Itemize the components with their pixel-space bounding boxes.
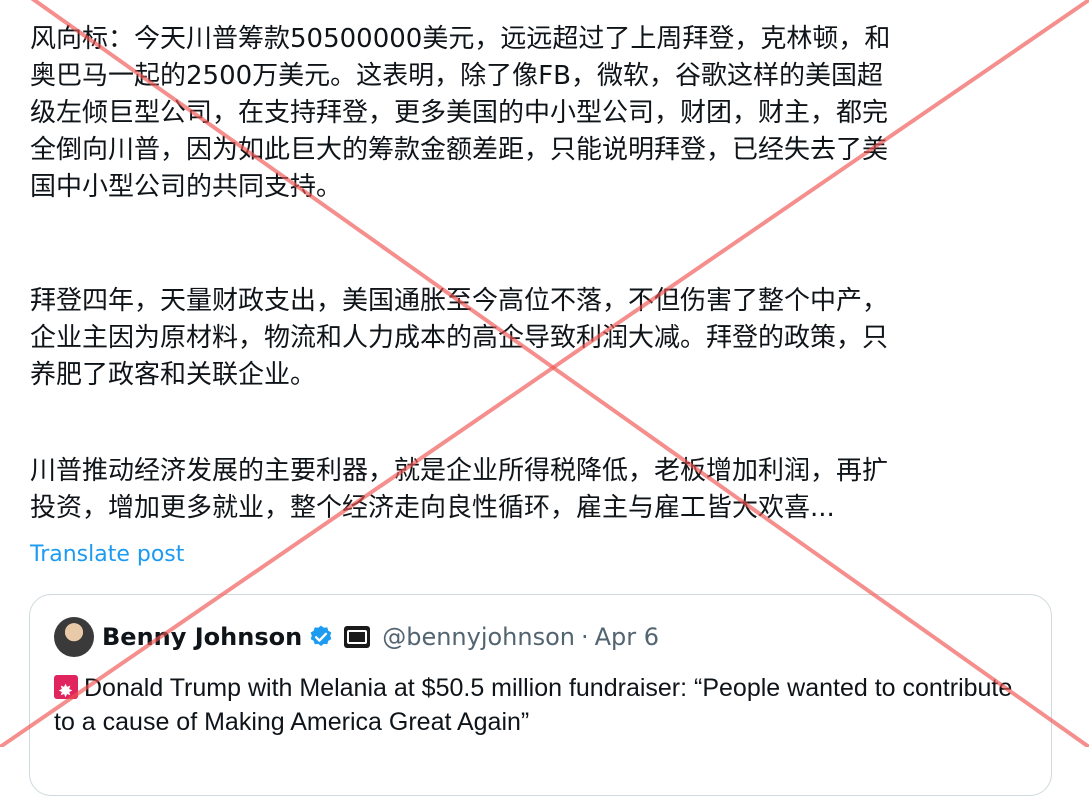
quoted-author-name[interactable]: Benny Johnson xyxy=(102,623,302,651)
quoted-post-card[interactable]: Benny Johnson @bennyjohnson · Apr 6 Dona… xyxy=(29,594,1052,796)
post-paragraph-1: 风向标：今天川普筹款50500000美元，远远超过了上周拜登，克林顿，和 奥巴马… xyxy=(30,24,891,202)
translate-post-link[interactable]: Translate post xyxy=(30,542,184,567)
quoted-post-header: Benny Johnson @bennyjohnson · Apr 6 xyxy=(54,615,659,659)
quoted-author-handle[interactable]: @bennyjohnson xyxy=(382,623,575,651)
header-separator: · xyxy=(581,623,589,651)
post-paragraph-2: 拜登四年，天量财政支出，美国通胀至今高位不落，不但伤害了整个中产， 企业主因为原… xyxy=(30,286,889,390)
quoted-post-date[interactable]: Apr 6 xyxy=(595,623,659,651)
quoted-post-text-block: Donald Trump with Melania at $50.5 milli… xyxy=(54,671,1034,739)
avatar[interactable] xyxy=(54,617,94,657)
post-paragraph-3: 川普推动经济发展的主要利器，就是企业所得税降低，老板增加利润，再扩 投资，增加更… xyxy=(30,456,889,523)
post-body: 风向标：今天川普筹款50500000美元，远远超过了上周拜登，克林顿，和 奥巴马… xyxy=(0,0,1089,796)
siren-emoji-icon xyxy=(54,674,78,708)
affiliate-badge-icon xyxy=(344,626,371,648)
verified-badge-icon xyxy=(310,625,332,646)
quoted-post-text: Donald Trump with Melania at $50.5 milli… xyxy=(54,674,1013,736)
